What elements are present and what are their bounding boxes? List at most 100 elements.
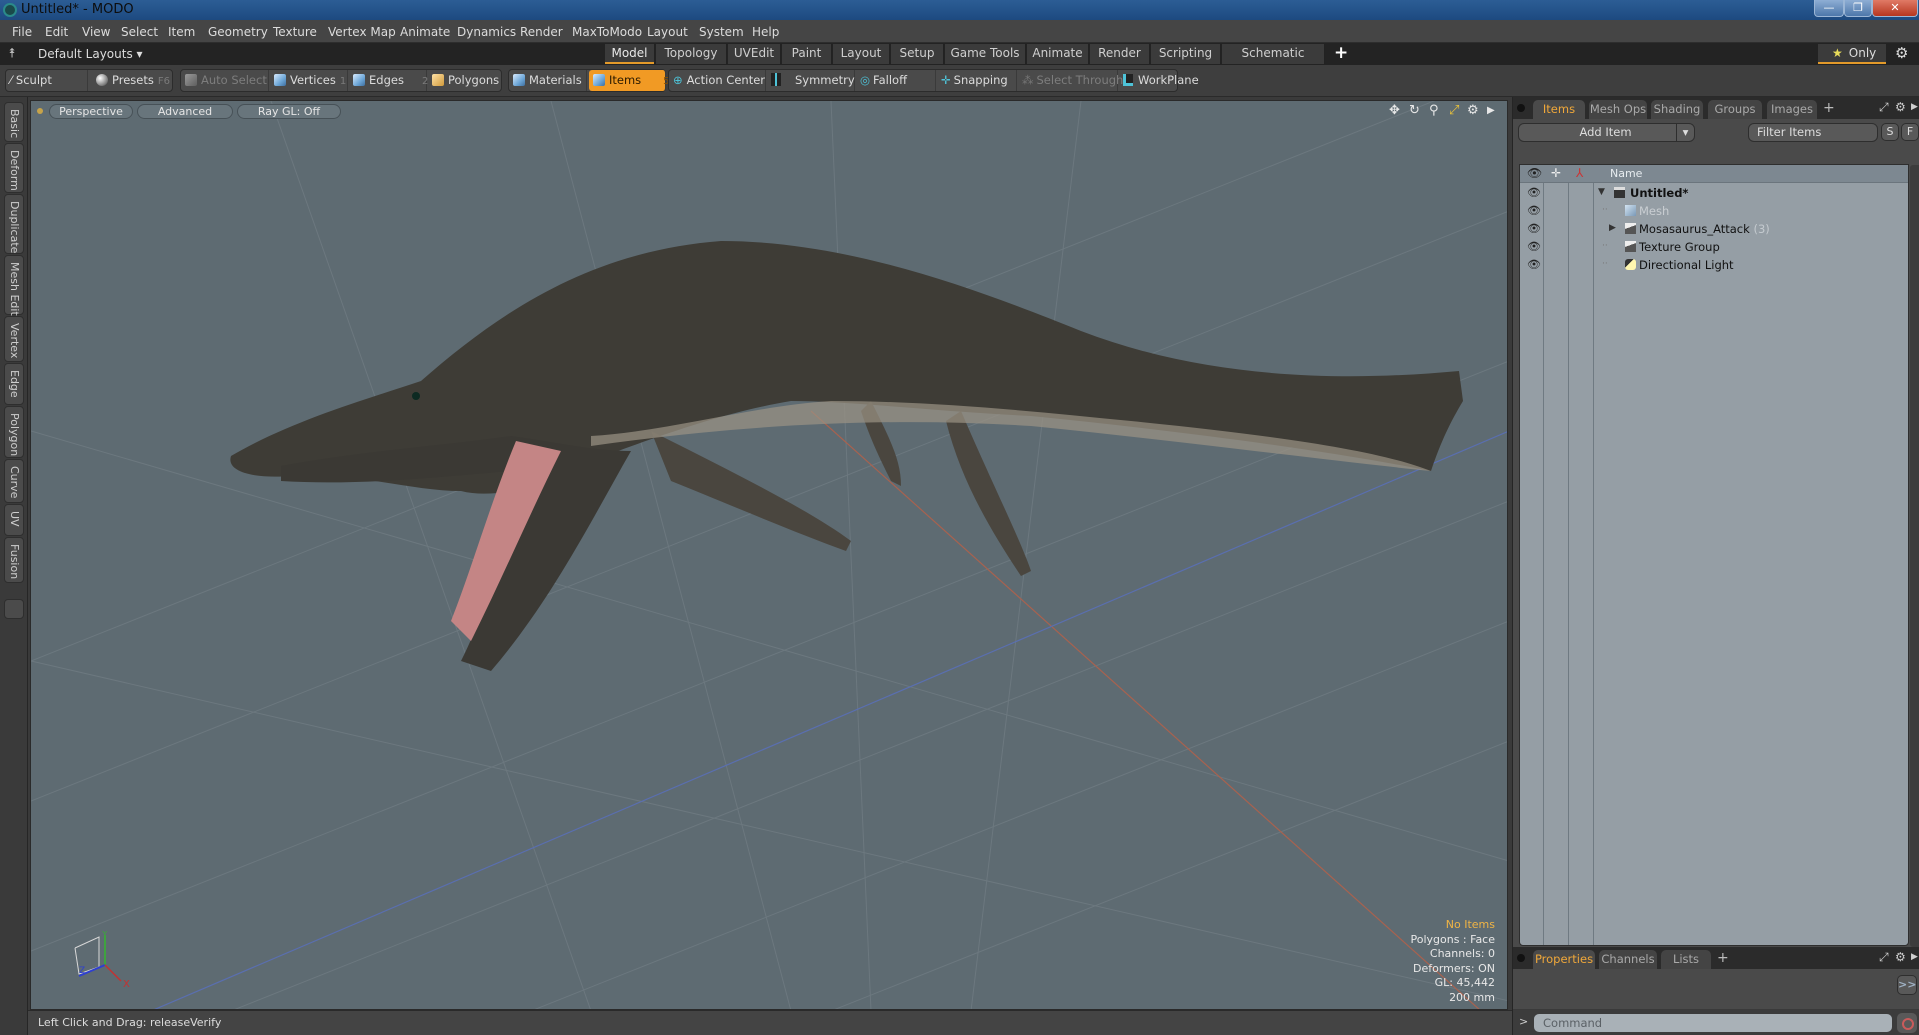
add-layout-tab-button[interactable]: + [1334, 43, 1348, 63]
tab-mesh-ops[interactable]: Mesh Ops [1589, 100, 1647, 119]
expand-properties-button[interactable]: >> [1897, 975, 1917, 995]
tab-game-tools[interactable]: Game Tools [945, 44, 1026, 64]
visibility-eye-icon[interactable]: 👁 [1527, 258, 1541, 271]
vtab-curve[interactable]: Curve [4, 459, 24, 503]
item-list-vertical-scrollbar[interactable] [1910, 165, 1919, 947]
vtab-mesh-edit[interactable]: Mesh Edit [4, 255, 24, 316]
menu-item[interactable]: Item [168, 25, 195, 39]
tab-groups[interactable]: Groups [1708, 100, 1762, 119]
tab-scripting[interactable]: Scripting [1151, 44, 1221, 64]
menu-edit[interactable]: Edit [45, 25, 68, 39]
axis-column-icon[interactable]: ⅄ [1576, 166, 1583, 180]
edges-button[interactable]: Edges 2 [349, 70, 428, 91]
menu-geometry[interactable]: Geometry [208, 25, 268, 39]
layout-settings-gear-icon[interactable]: ⚙ [1895, 44, 1908, 62]
minimize-button[interactable]: — [1814, 0, 1844, 17]
vtab-deform[interactable]: Deform [4, 143, 24, 193]
tab-model[interactable]: Model [605, 44, 655, 64]
panel-menu-dot-icon[interactable] [1517, 104, 1525, 112]
layout-home-icon[interactable]: ⯭ [8, 46, 16, 61]
filter-s-button[interactable]: S [1881, 123, 1899, 141]
menu-file[interactable]: File [12, 25, 32, 39]
menu-texture[interactable]: Texture [273, 25, 317, 39]
menu-render[interactable]: Render [520, 25, 563, 39]
lock-column-icon[interactable]: ✛ [1551, 166, 1561, 180]
filter-items-input[interactable]: Filter Items [1748, 123, 1878, 142]
vtab-fusion[interactable]: Fusion [4, 537, 24, 583]
list-item-directional-light[interactable]: 👁 ·· Directional Light [1520, 256, 1908, 274]
maximize-viewport-icon[interactable]: ⤢ [1449, 103, 1459, 118]
list-item-mosasaurus-attack[interactable]: 👁 ▶ Mosasaurus_Attack (3) [1520, 220, 1908, 238]
sculpt-button[interactable]: ⁄ Sculpt [6, 70, 88, 91]
add-properties-tab-button[interactable]: + [1717, 950, 1729, 966]
zoom-icon[interactable]: ⚲ [1429, 103, 1439, 118]
vtab-basic[interactable]: Basic [4, 102, 24, 142]
panel-arrow-icon[interactable]: ▶ [1911, 102, 1918, 112]
menu-vertex-map[interactable]: Vertex Map [328, 25, 396, 39]
panel-gear-icon[interactable]: ⚙ [1895, 100, 1906, 114]
vtab-vertex[interactable]: Vertex [4, 316, 24, 362]
shading-mode-button[interactable]: Advanced [137, 104, 233, 119]
pan-icon[interactable]: ✥ [1389, 103, 1400, 118]
vtab-polygon[interactable]: Polygon [4, 406, 24, 458]
polygons-button[interactable]: Polygons [428, 70, 501, 91]
menu-dynamics[interactable]: Dynamics [457, 25, 516, 39]
tab-render[interactable]: Render [1090, 44, 1150, 64]
perspective-view-button[interactable]: Perspective [49, 104, 133, 119]
menu-view[interactable]: View [82, 25, 110, 39]
record-macro-button[interactable] [1897, 1013, 1917, 1033]
tab-channels[interactable]: Channels [1599, 950, 1657, 969]
tab-lists[interactable]: Lists [1661, 950, 1711, 969]
ray-gl-button[interactable]: Ray GL: Off [237, 104, 341, 119]
vertices-button[interactable]: Vertices 1 [270, 70, 348, 91]
tab-topology[interactable]: Topology [656, 44, 727, 64]
vtab-extra[interactable] [4, 599, 24, 619]
materials-button[interactable]: Materials [509, 70, 587, 91]
maximize-button[interactable]: ❐ [1844, 0, 1872, 17]
vtab-uv[interactable]: UV [4, 504, 24, 536]
visibility-eye-icon[interactable]: 👁 [1527, 204, 1541, 217]
menu-animate[interactable]: Animate [400, 25, 450, 39]
items-button[interactable]: Items 5 [589, 70, 670, 91]
snapping-button[interactable]: ✛ Snapping [937, 70, 1017, 91]
list-item-texture-group[interactable]: 👁 ·· Texture Group [1520, 238, 1908, 256]
viewport-menu-dot-icon[interactable] [37, 108, 43, 114]
falloff-button[interactable]: ◎ Falloff [856, 70, 936, 91]
list-item-untitled[interactable]: 👁 ▼ Untitled* [1520, 184, 1908, 202]
add-panel-tab-button[interactable]: + [1823, 100, 1835, 116]
visibility-eye-icon[interactable]: 👁 [1527, 240, 1541, 253]
menu-system[interactable]: System [699, 25, 744, 39]
tab-properties[interactable]: Properties [1533, 950, 1595, 969]
presets-button[interactable]: Presets F6 [92, 70, 172, 91]
properties-arrow-icon[interactable]: ▶ [1911, 952, 1918, 962]
properties-gear-icon[interactable]: ⚙ [1895, 950, 1906, 964]
visibility-column-eye-icon[interactable]: 👁 [1527, 166, 1542, 180]
vtab-edge[interactable]: Edge [4, 363, 24, 405]
tab-shading[interactable]: Shading [1651, 100, 1703, 119]
add-item-dropdown-arrow[interactable]: ▾ [1676, 123, 1695, 142]
tab-setup[interactable]: Setup [891, 44, 944, 64]
tab-uvedit[interactable]: UVEdit [728, 44, 781, 64]
symmetry-button[interactable]: Symmetry [767, 70, 855, 91]
tab-layout[interactable]: Layout [833, 44, 890, 64]
3d-viewport[interactable]: Perspective Advanced Ray GL: Off ✥ ↻ ⚲ ⤢… [30, 100, 1508, 1010]
tab-images[interactable]: Images [1767, 100, 1817, 119]
tab-items[interactable]: Items [1533, 100, 1585, 119]
add-item-button[interactable]: Add Item [1518, 123, 1693, 142]
menu-select[interactable]: Select [121, 25, 158, 39]
action-center-button[interactable]: ⊕ Action Center [669, 70, 766, 91]
only-button[interactable]: ★ Only [1818, 44, 1886, 64]
auto-select-button[interactable]: Auto Select [181, 70, 269, 91]
menu-help[interactable]: Help [752, 25, 779, 39]
properties-expand-icon[interactable]: ⤢ [1879, 950, 1889, 965]
properties-menu-dot-icon[interactable] [1517, 954, 1525, 962]
collapse-triangle-icon[interactable]: ▶ [1609, 223, 1616, 233]
panel-expand-icon[interactable]: ⤢ [1879, 100, 1889, 115]
select-through-button[interactable]: ⁂ Select Through [1018, 70, 1123, 91]
filter-f-button[interactable]: F [1901, 123, 1919, 141]
menu-maxtomodo[interactable]: MaxToModo [572, 25, 642, 39]
workplane-button[interactable]: WorkPlane [1119, 70, 1199, 91]
menu-layout[interactable]: Layout [647, 25, 688, 39]
name-column-header[interactable]: Name [1610, 167, 1642, 180]
tab-schematic-fusion[interactable]: Schematic Fusion [1222, 44, 1325, 79]
